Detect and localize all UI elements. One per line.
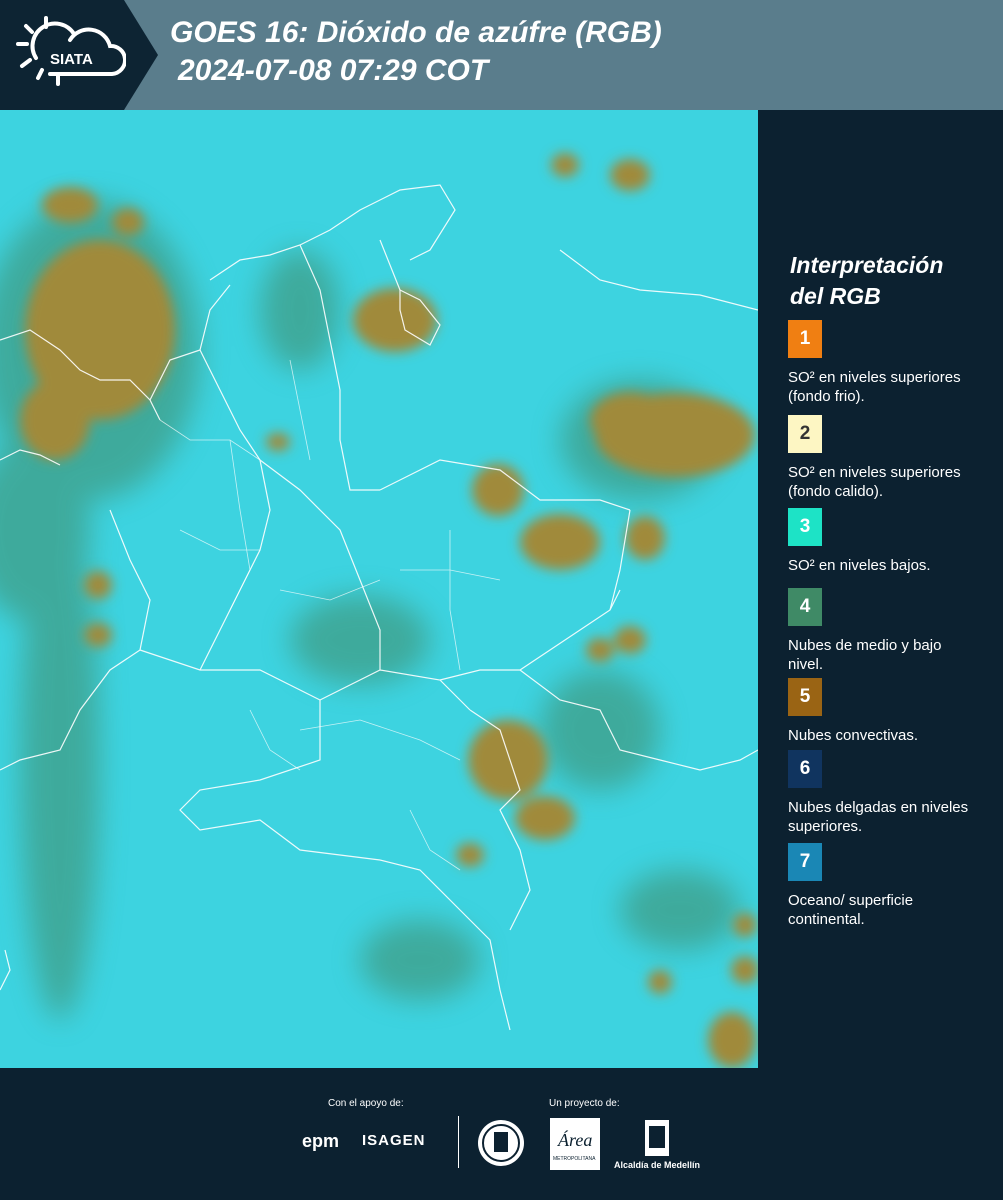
- area-metropolitana-logo: Área METROPOLITANA: [550, 1118, 600, 1170]
- legend-swatch: 3: [788, 508, 822, 546]
- legend-item-3: 3 SO² en niveles bajos.: [788, 508, 998, 575]
- legend-swatch: 6: [788, 750, 822, 788]
- legend-swatch: 1: [788, 320, 822, 358]
- legend-swatch: 7: [788, 843, 822, 881]
- title-line-2: 2024-07-08 07:29 COT: [178, 54, 489, 87]
- legend-swatch: 4: [788, 588, 822, 626]
- legend-description: Nubes convectivas.: [788, 727, 919, 744]
- legend-swatch: 2: [788, 415, 822, 453]
- alcaldia-shield-icon: [645, 1120, 669, 1156]
- legend-title: Interpretación del RGB: [790, 250, 943, 312]
- project-label: Un proyecto de:: [549, 1098, 620, 1109]
- legend-item-2: 2 SO² en niveles superiores (fondo calido…: [788, 415, 998, 501]
- legend-description: Oceano/ superficie continental.: [788, 892, 914, 928]
- legend-description: Nubes delgadas en niveles superiores.: [788, 799, 969, 835]
- medellin-seal-icon: [478, 1120, 524, 1166]
- legend-title-line-1: Interpretación: [790, 252, 944, 278]
- footer: Con el apoyo de: Un proyecto de: epm ISA…: [0, 1068, 1003, 1200]
- logo-text: SIATA: [50, 51, 93, 68]
- support-label: Con el apoyo de:: [328, 1098, 404, 1109]
- legend-title-line-2: del RGB: [790, 283, 881, 309]
- alcaldia-logo: Alcaldía de Medellín: [612, 1118, 702, 1173]
- alcaldia-text: Alcaldía de Medellín: [613, 1160, 701, 1170]
- legend-item-7: 7 Oceano/ superficie continental.: [788, 843, 998, 929]
- legend-item-1: 1 SO² en niveles superiores (fondo frio).: [788, 320, 998, 406]
- legend-description: SO² en niveles superiores (fondo frio).: [788, 369, 961, 405]
- amva-logo-text: Área: [557, 1129, 592, 1150]
- legend-description: SO² en niveles superiores (fondo calido)…: [788, 464, 961, 500]
- header: SIATA GOES 16: Dióxido de azúfre (RGB) 2…: [0, 0, 1003, 110]
- amva-logo-subtext: METROPOLITANA: [553, 1156, 596, 1162]
- legend-description: Nubes de medio y bajo nivel.: [788, 637, 942, 673]
- isagen-logo: ISAGEN: [362, 1132, 426, 1149]
- page-title: GOES 16: Dióxido de azúfre (RGB) 2024-07…: [170, 14, 662, 90]
- epm-logo: epm: [302, 1131, 340, 1151]
- legend-swatch: 5: [788, 678, 822, 716]
- legend-item-5: 5 Nubes convectivas.: [788, 678, 998, 745]
- legend-description: SO² en niveles bajos.: [788, 557, 931, 574]
- map-canvas: [0, 110, 758, 1068]
- satellite-map[interactable]: [0, 110, 758, 1068]
- legend-panel: Interpretación del RGB 1 SO² en niveles s…: [758, 110, 1003, 1068]
- footer-divider: [458, 1116, 459, 1168]
- legend-item-6: 6 Nubes delgadas en niveles superiores.: [788, 750, 998, 836]
- legend-item-4: 4 Nubes de medio y bajo nivel.: [788, 588, 998, 674]
- title-line-1: GOES 16: Dióxido de azúfre (RGB): [170, 16, 662, 49]
- siata-logo-icon: SIATA: [16, 16, 126, 86]
- logo-panel: SIATA: [0, 0, 158, 110]
